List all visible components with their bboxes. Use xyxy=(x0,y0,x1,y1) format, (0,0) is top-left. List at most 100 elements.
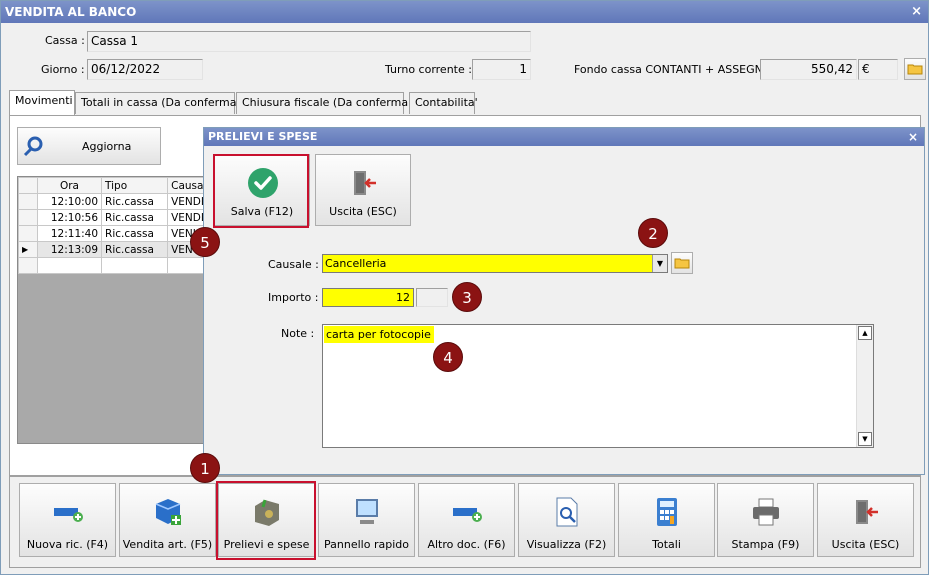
tab-totali[interactable]: Totali in cassa (Da confermare) xyxy=(75,92,252,114)
causale-select[interactable]: Cancelleria ▼ xyxy=(322,254,668,273)
folder-icon xyxy=(907,64,923,75)
note-scrollbar[interactable]: ▲ ▼ xyxy=(856,325,873,447)
cell-tipo: Ric.cassa xyxy=(101,225,169,242)
cell-causa: VENDI xyxy=(167,193,208,210)
fondo-label: Fondo cassa CONTANTI + ASSEGNI : xyxy=(574,63,774,76)
cell-ora: 12:13:09 xyxy=(36,241,103,258)
scroll-up-icon[interactable]: ▲ xyxy=(858,326,872,340)
stampa-button[interactable]: Stampa (F9) xyxy=(717,483,814,557)
salva-highlight-box xyxy=(213,154,309,228)
nuova-ric-button[interactable]: Nuova ric. (F4) xyxy=(19,483,116,557)
note-textarea[interactable]: carta per fotocopie ▲ ▼ xyxy=(322,324,874,448)
col-header-tipo[interactable]: Tipo xyxy=(101,177,169,194)
search-icon xyxy=(23,136,43,157)
uscita-label: Uscita (ESC) xyxy=(831,538,900,551)
fondo-field[interactable]: 550,42 xyxy=(760,59,857,80)
callout-badge-3: 3 xyxy=(452,282,482,312)
table-row[interactable]: 12:11:40 Ric.cassa VENI xyxy=(18,225,208,242)
uscita-dialog-button[interactable]: Uscita (ESC) xyxy=(315,154,411,226)
importo-aux-field xyxy=(416,288,448,307)
aggiorna-button[interactable]: Aggiorna xyxy=(17,127,161,165)
prelievi-dialog: PRELIEVI E SPESE × Salva (F12) Uscita (E… xyxy=(203,127,925,475)
aggiorna-label: Aggiorna xyxy=(82,140,132,153)
cell-ora: 12:11:40 xyxy=(36,225,103,242)
table-row-new[interactable] xyxy=(18,257,208,274)
cell-ora: 12:10:00 xyxy=(36,193,103,210)
callout-badge-5: 5 xyxy=(190,227,220,257)
col-header-ora[interactable]: Ora xyxy=(36,177,103,194)
cell-tipo: Ric.cassa xyxy=(101,209,169,226)
tab-chiusura[interactable]: Chiusura fiscale (Da confermare) xyxy=(236,92,423,114)
printer-icon xyxy=(752,498,779,526)
callout-badge-4: 4 xyxy=(433,342,463,372)
tab-movimenti[interactable]: Movimenti xyxy=(9,90,75,115)
cell-tipo: Ric.cassa xyxy=(101,241,169,258)
current-row-marker[interactable]: ▶ xyxy=(18,241,38,258)
cube-add-icon xyxy=(155,499,181,525)
calculator-icon xyxy=(656,498,677,526)
altro-doc-label: Altro doc. (F6) xyxy=(427,538,506,551)
monitor-icon xyxy=(355,499,378,524)
chevron-down-icon[interactable]: ▼ xyxy=(652,255,667,272)
table-row[interactable]: 12:10:56 Ric.cassa VENDI xyxy=(18,209,208,226)
document-search-icon xyxy=(556,497,577,527)
table-row[interactable]: 12:10:00 Ric.cassa VENDI xyxy=(18,193,208,210)
cell-tipo: Ric.cassa xyxy=(101,193,169,210)
row-selector[interactable] xyxy=(18,209,38,226)
grid-header-row: Ora Tipo Causa xyxy=(18,177,208,194)
row-selector[interactable] xyxy=(18,193,38,210)
cell-causa: VENDI xyxy=(167,209,208,226)
callout-badge-2: 2 xyxy=(638,218,668,248)
dialog-close-button[interactable]: × xyxy=(908,128,918,146)
causale-folder-button[interactable] xyxy=(671,252,693,274)
turno-label: Turno corrente : xyxy=(385,63,472,76)
pannello-rapido-label: Pannello rapido xyxy=(324,538,409,551)
vendita-art-button[interactable]: Vendita art. (F5) xyxy=(119,483,216,557)
window-title: VENDITA AL BANCO xyxy=(1,1,928,23)
prelievi-highlight-box xyxy=(216,481,316,560)
causale-value: Cancelleria xyxy=(325,257,387,270)
pannello-rapido-button[interactable]: Pannello rapido xyxy=(318,483,415,557)
giorno-field[interactable]: 06/12/2022 xyxy=(87,59,203,80)
window-close-button[interactable]: × xyxy=(911,1,922,23)
callout-badge-1: 1 xyxy=(190,453,220,483)
fondo-folder-button[interactable] xyxy=(904,58,926,80)
cassa-label: Cassa : xyxy=(45,34,85,47)
exit-door-icon xyxy=(855,500,878,524)
folder-icon xyxy=(674,258,690,269)
cell-empty xyxy=(36,257,103,274)
scroll-down-icon[interactable]: ▼ xyxy=(858,432,872,446)
stampa-label: Stampa (F9) xyxy=(731,538,800,551)
row-selector[interactable] xyxy=(18,257,38,274)
cell-ora: 12:10:56 xyxy=(36,209,103,226)
dialog-title: PRELIEVI E SPESE xyxy=(204,128,924,146)
totali-button[interactable]: Totali xyxy=(618,483,715,557)
grid-corner xyxy=(18,177,38,194)
giorno-label: Giorno : xyxy=(41,63,85,76)
main-window: VENDITA AL BANCO × Cassa : Cassa 1 Giorn… xyxy=(0,0,929,575)
importo-field[interactable]: 12 xyxy=(322,288,414,307)
note-value: carta per fotocopie xyxy=(324,326,434,343)
exit-door-icon xyxy=(354,171,376,195)
note-label: Note : xyxy=(281,327,315,340)
uscita-button[interactable]: Uscita (ESC) xyxy=(817,483,914,557)
causale-label: Causale : xyxy=(268,258,319,271)
fondo-currency: € xyxy=(858,59,898,80)
table-row-selected[interactable]: ▶ 12:13:09 Ric.cassa VEN xyxy=(18,241,208,258)
cell-empty xyxy=(101,257,169,274)
uscita-dialog-label: Uscita (ESC) xyxy=(329,205,397,218)
vendita-art-label: Vendita art. (F5) xyxy=(122,538,213,551)
tab-contabilita[interactable]: Contabilita' xyxy=(409,92,478,114)
cassa-field[interactable]: Cassa 1 xyxy=(87,31,531,52)
visualizza-label: Visualizza (F2) xyxy=(526,538,607,551)
col-header-causa[interactable]: Causa xyxy=(167,177,208,194)
importo-label: Importo : xyxy=(268,291,319,304)
turno-field[interactable]: 1 xyxy=(472,59,531,80)
row-selector[interactable] xyxy=(18,225,38,242)
visualizza-button[interactable]: Visualizza (F2) xyxy=(518,483,615,557)
add-document-icon xyxy=(452,508,482,522)
movimenti-grid[interactable]: Ora Tipo Causa 12:10:00 Ric.cassa VENDI … xyxy=(17,176,209,444)
nuova-ric-label: Nuova ric. (F4) xyxy=(26,538,109,551)
altro-doc-button[interactable]: Altro doc. (F6) xyxy=(418,483,515,557)
totali-label: Totali xyxy=(652,538,681,551)
